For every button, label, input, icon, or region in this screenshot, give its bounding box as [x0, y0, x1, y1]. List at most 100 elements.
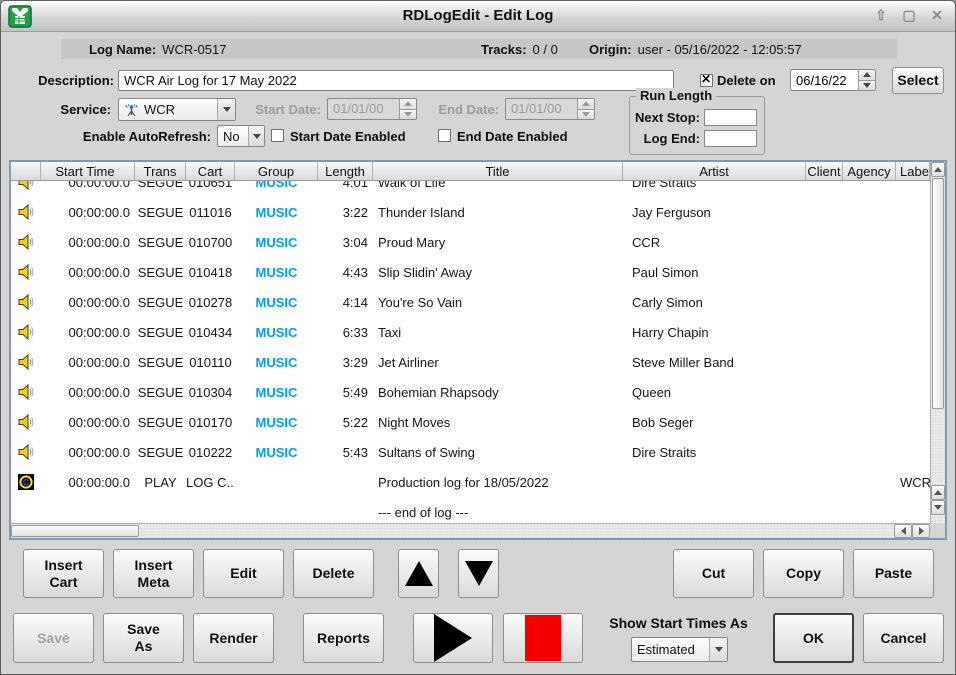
table-row[interactable]: C 00:00:00.0 SEGUE 010418 MUSIC 4:43 Sli…: [11, 257, 930, 287]
table-row[interactable]: C 00:00:00.0 SEGUE 010110 MUSIC 3:29 Jet…: [11, 347, 930, 377]
paste-button[interactable]: Paste: [853, 549, 934, 598]
end-date-enabled-checkbox[interactable]: [438, 129, 451, 142]
table-row[interactable]: C 00:00:00.0 SEGUE 010434 MUSIC 6:33 Tax…: [11, 317, 930, 347]
log-event-table: Start Time Trans Cart Group Length Title…: [9, 160, 947, 540]
delete-date-spinbox: [790, 69, 876, 91]
vertical-scroll-thumb[interactable]: [932, 178, 944, 409]
speaker-icon: [17, 263, 35, 281]
delete-button[interactable]: Delete: [293, 549, 374, 598]
edit-button[interactable]: Edit: [203, 549, 284, 598]
title-bar[interactable]: RDLogEdit - Edit Log ⇧ ▢ ✕: [1, 1, 955, 32]
service-label: Service:: [31, 102, 111, 117]
delete-on-checkbox[interactable]: [700, 74, 713, 87]
insert-cart-button[interactable]: Insert Cart: [23, 549, 104, 598]
column-header-agency[interactable]: Agency: [843, 162, 896, 181]
table-row[interactable]: C 00:00:00.0 SEGUE 010700 MUSIC 3:04 Pro…: [11, 227, 930, 257]
delete-date-spin-down[interactable]: [859, 80, 875, 91]
table-row[interactable]: C 00:00:00.0 SEGUE 010651 MUSIC 4:01 Wal…: [11, 181, 930, 197]
cell-cart: 010418: [186, 265, 235, 280]
tracks-value: 0 / 0: [533, 42, 558, 57]
table-row[interactable]: C 00:00:00.0 SEGUE 011016 MUSIC 3:22 Thu…: [11, 197, 930, 227]
service-dropdown-arrow-icon: [217, 99, 235, 120]
cell-title: Night Moves: [373, 415, 623, 430]
table-row[interactable]: C 00:00:00.0 SEGUE 010170 MUSIC 5:22 Nig…: [11, 407, 930, 437]
insert-meta-button[interactable]: Insert Meta: [113, 549, 194, 598]
move-up-button[interactable]: [398, 549, 439, 598]
column-header-label[interactable]: Label: [896, 162, 930, 181]
cell-start-time: 00:00:00.0: [41, 295, 135, 310]
cell-length: 3:22: [318, 205, 373, 220]
row-type-icon-cell: C: [11, 203, 41, 221]
cell-title: Thunder Island: [373, 205, 623, 220]
horizontal-scrollbar[interactable]: [11, 523, 930, 538]
cell-start-time: 00:00:00.0: [41, 445, 135, 460]
service-value: WCR: [144, 102, 175, 117]
service-combobox[interactable]: WCR: [118, 98, 236, 121]
cancel-button[interactable]: Cancel: [863, 613, 944, 663]
table-row[interactable]: C 00:00:00.0 SEGUE 010304 MUSIC 5:49 Boh…: [11, 377, 930, 407]
table-row[interactable]: C 00:00:00.0 SEGUE 010222 MUSIC 5:43 Sul…: [11, 437, 930, 467]
move-down-button[interactable]: [458, 549, 499, 598]
reports-button[interactable]: Reports: [303, 613, 384, 663]
start-date-spin-up: [400, 99, 416, 109]
horizontal-scroll-thumb[interactable]: [11, 525, 139, 537]
scroll-down-button[interactable]: [931, 500, 945, 515]
save-as-button[interactable]: Save As: [103, 613, 184, 663]
cell-start-time: 00:00:00.0: [41, 265, 135, 280]
start-date-spinbox: 01/01/00: [327, 98, 417, 120]
play-button[interactable]: [413, 613, 493, 663]
column-header-cart[interactable]: Cart: [186, 162, 235, 181]
log-name-value: WCR-0517: [162, 42, 226, 57]
autorefresh-dropdown-arrow-icon: [248, 126, 264, 146]
cell-group: MUSIC: [235, 325, 318, 340]
cell-trans: SEGUE: [135, 415, 186, 430]
stop-button[interactable]: [503, 613, 583, 663]
column-header-icon[interactable]: [11, 162, 41, 181]
cell-trans: PLAY: [135, 475, 186, 490]
copy-button[interactable]: Copy: [763, 549, 844, 598]
origin-value: user - 05/16/2022 - 12:05:57: [638, 42, 802, 57]
close-window-icon[interactable]: ✕: [929, 5, 945, 25]
render-button[interactable]: Render: [193, 613, 274, 663]
scroll-right-button[interactable]: [912, 524, 930, 538]
scroll-up-button[interactable]: [931, 162, 945, 177]
speaker-icon: [17, 413, 35, 431]
shade-window-icon[interactable]: ⇧: [873, 5, 889, 25]
column-header-title[interactable]: Title: [373, 162, 623, 181]
column-header-start-time[interactable]: Start Time: [41, 162, 135, 181]
cell-trans: SEGUE: [135, 205, 186, 220]
column-header-client[interactable]: Client: [806, 162, 843, 181]
scroll-up-button-2[interactable]: [931, 485, 945, 500]
table-row[interactable]: C --- end of log ---: [11, 497, 930, 523]
cut-button[interactable]: Cut: [673, 549, 754, 598]
column-header-group[interactable]: Group: [235, 162, 318, 181]
scroll-left-button[interactable]: [894, 524, 912, 538]
autorefresh-combobox[interactable]: No: [217, 125, 265, 147]
cell-artist: Queen: [623, 385, 806, 400]
speaker-icon: [17, 181, 35, 191]
spin-up-icon: [863, 72, 871, 77]
row-type-icon-cell: C: [11, 443, 41, 461]
table-row[interactable]: C 00:00:00.0 SEGUE 010278 MUSIC 4:14 You…: [11, 287, 930, 317]
column-header-length[interactable]: Length: [318, 162, 373, 181]
description-input[interactable]: [118, 70, 674, 91]
delete-date-input[interactable]: [791, 70, 858, 90]
vertical-scrollbar[interactable]: [930, 162, 945, 523]
next-stop-field: [704, 109, 757, 126]
cell-start-time: 00:00:00.0: [41, 325, 135, 340]
cell-length: 5:43: [318, 445, 373, 460]
column-header-trans[interactable]: Trans: [135, 162, 186, 181]
ok-button[interactable]: OK: [773, 613, 854, 663]
cell-artist: Steve Miller Band: [623, 355, 806, 370]
chain-log-icon: C: [18, 474, 34, 490]
select-date-button[interactable]: Select: [892, 67, 944, 94]
cell-group: MUSIC: [235, 355, 318, 370]
speaker-icon: [17, 383, 35, 401]
delete-date-spin-up[interactable]: [859, 70, 875, 80]
cell-title: Bohemian Rhapsody: [373, 385, 623, 400]
maximize-window-icon[interactable]: ▢: [901, 5, 917, 25]
column-header-artist[interactable]: Artist: [623, 162, 806, 181]
start-date-enabled-checkbox[interactable]: [271, 129, 284, 142]
show-start-times-combobox[interactable]: Estimated: [631, 637, 728, 662]
table-row[interactable]: C 00:00:00.0 PLAY LOG C... Production lo…: [11, 467, 930, 497]
